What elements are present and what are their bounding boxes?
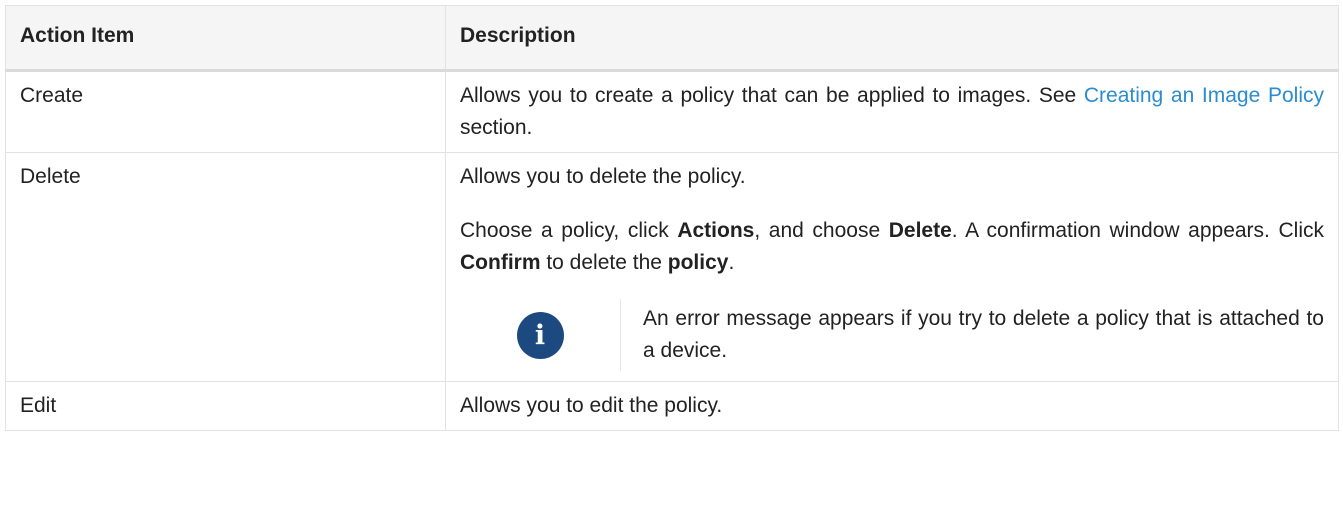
table-row-create: Create Allows you to create a policy tha… [5,70,1339,153]
delete-term: Delete [888,219,952,242]
policy-term: policy [667,251,729,274]
creating-image-policy-link[interactable]: Creating an Image Policy [1084,84,1324,107]
actions-term: Actions [677,219,755,242]
description-cell: Allows you to edit the policy. [445,381,1339,431]
text: , and choose [754,219,889,242]
header-description-label: Description [460,24,576,47]
action-label-edit: Edit [20,394,57,417]
action-cell: Delete [5,152,446,382]
action-label-create: Create [20,84,84,107]
header-action-item: Action Item [5,5,446,72]
description-create: Allows you to create a policy that can b… [446,72,1338,152]
delete-paragraph-1: Allows you to delete the policy. [460,165,746,188]
action-cell: Create [5,70,446,153]
note-text: An error message appears if you try to d… [643,307,1324,362]
text: Choose a policy, click [460,219,678,242]
table-header-row: Action Item Description [5,5,1339,72]
header-description: Description [445,5,1339,72]
text: to delete the [540,251,668,274]
description-delete: Allows you to delete the policy. Choose … [446,153,1338,381]
description-cell: Allows you to delete the policy. Choose … [445,152,1339,382]
action-items-table: Action Item Description Create Allows yo… [5,5,1339,431]
action-cell: Edit [5,381,446,431]
header-action-item-label: Action Item [20,24,135,47]
text: . A confirmation window appears. Click [951,219,1324,242]
text: . [728,251,735,274]
info-note: i An error message appears if you try to… [460,299,1324,371]
info-icon: i [516,311,564,359]
table-row-delete: Delete Allows you to delete the policy. … [5,152,1339,382]
text: Allows you to create a policy that can b… [460,84,1084,107]
description-edit: Allows you to edit the policy. [460,394,723,417]
description-cell: Allows you to create a policy that can b… [445,70,1339,153]
delete-paragraph-2: Choose a policy, click Actions, and choo… [460,215,1324,279]
text: section. [460,116,533,139]
table-row-edit: Edit Allows you to edit the policy. [5,381,1339,431]
action-label-delete: Delete [20,165,81,188]
note-icon-column: i [460,299,621,371]
confirm-term: Confirm [460,251,541,274]
